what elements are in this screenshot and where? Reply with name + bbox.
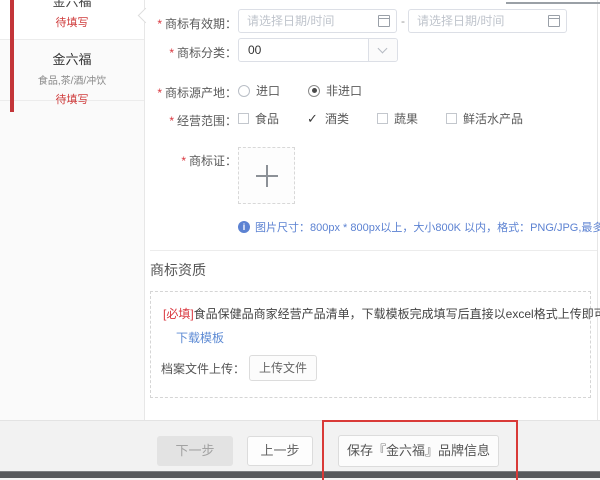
- checkbox-label-food[interactable]: 食品: [255, 110, 279, 127]
- annotation-highlight-box: [322, 420, 518, 480]
- brand-info-page: 金六福 待填写 金六福 食品,茶/酒/冲饮 待填写 *商标有效期： - *商标分…: [0, 0, 600, 480]
- radio-label-import[interactable]: 进口: [256, 82, 280, 99]
- file-upload-row: 档案文件上传： 上传文件: [161, 355, 318, 381]
- selected-category-value: 00: [248, 43, 262, 57]
- sidebar-brand-status: 待填写: [55, 17, 89, 29]
- sidebar-brand-status: 待填写: [55, 94, 89, 106]
- required-asterisk: *: [169, 46, 174, 60]
- chevron-down-icon: [377, 43, 388, 54]
- select-arrow-box[interactable]: [368, 39, 397, 61]
- calendar-icon[interactable]: [378, 15, 390, 27]
- validity-start-date-input[interactable]: [238, 9, 397, 33]
- sidebar-item-brand[interactable]: 金六福 食品,茶/酒/冲饮 待填写: [0, 40, 144, 106]
- prev-step-button[interactable]: 上一步: [247, 436, 313, 466]
- origin-label: * 商标源产地：: [157, 86, 237, 100]
- scope-label: * 经营范围：: [169, 114, 237, 128]
- checkbox-food[interactable]: [238, 113, 249, 124]
- sidebar-brand-title: 金六福: [52, 0, 92, 9]
- checkbox-label-alcohol[interactable]: 酒类: [325, 110, 349, 127]
- image-size-hint: 图片尺寸：800px * 800px以上，大小800K 以内，格式：PNG/JP…: [238, 219, 600, 235]
- required-asterisk: *: [169, 114, 174, 128]
- sidebar-item-brand-active[interactable]: 金六福 待填写: [0, 0, 144, 40]
- cert-image-upload-box[interactable]: [238, 147, 295, 204]
- active-indicator-bar: [10, 0, 14, 112]
- qualification-box: [必填]食品保健品商家经营产品清单，下载模板完成填写后直接以excel格式上传即…: [150, 291, 600, 398]
- calendar-icon[interactable]: [548, 15, 560, 27]
- date-range-separator: -: [401, 14, 405, 28]
- radio-button-non-import-selected[interactable]: [308, 84, 321, 97]
- scope-options: 食品 酒类 蔬果 鲜活水产品: [238, 110, 523, 127]
- sidebar-brand-name: 金六福: [52, 52, 92, 67]
- file-upload-label: 档案文件上传：: [161, 361, 246, 376]
- required-instruction: [必填]食品保健品商家经营产品清单，下载模板完成填写后直接以excel格式上传即…: [163, 307, 600, 321]
- top-edge-line: [506, 2, 600, 4]
- trademark-category-select[interactable]: 00: [238, 38, 398, 62]
- next-step-button[interactable]: 下一步: [157, 436, 233, 466]
- checkbox-seafood[interactable]: [446, 113, 458, 124]
- hint-text: 图片尺寸：800px * 800px以上，大小800K 以内，格式：PNG/JP…: [255, 222, 600, 234]
- sidebar-brand-category: 食品,茶/酒/冲饮: [37, 76, 107, 87]
- validity-end-date-input[interactable]: [408, 9, 567, 33]
- required-asterisk: *: [157, 86, 162, 100]
- radio-label-non-import[interactable]: 非进口: [326, 82, 362, 99]
- checkbox-label-seafood[interactable]: 鲜活水产品: [463, 110, 523, 127]
- origin-options: 进口 非进口: [238, 82, 362, 99]
- required-asterisk: *: [157, 17, 162, 31]
- required-asterisk: *: [181, 154, 186, 168]
- qualification-section-title: 商标资质: [150, 262, 206, 278]
- cert-label: * 商标证：: [181, 154, 237, 168]
- checkbox-label-produce[interactable]: 蔬果: [394, 110, 418, 127]
- upload-file-button[interactable]: 上传文件: [249, 355, 318, 381]
- section-divider: [150, 250, 597, 251]
- plus-icon: [255, 164, 278, 187]
- radio-button-import[interactable]: [238, 84, 250, 97]
- category-label: * 商标分类：: [169, 46, 237, 60]
- panel-right-border: [597, 0, 598, 420]
- download-template-link[interactable]: 下载模板: [176, 329, 224, 346]
- validity-label: * 商标有效期：: [157, 17, 237, 31]
- brand-sidebar: 金六福 待填写 金六福 食品,茶/酒/冲饮 待填写: [0, 0, 145, 420]
- required-tag: [必填]: [163, 307, 194, 321]
- checkbox-produce[interactable]: [377, 113, 389, 124]
- info-icon: [238, 221, 250, 233]
- check-icon[interactable]: [307, 112, 320, 125]
